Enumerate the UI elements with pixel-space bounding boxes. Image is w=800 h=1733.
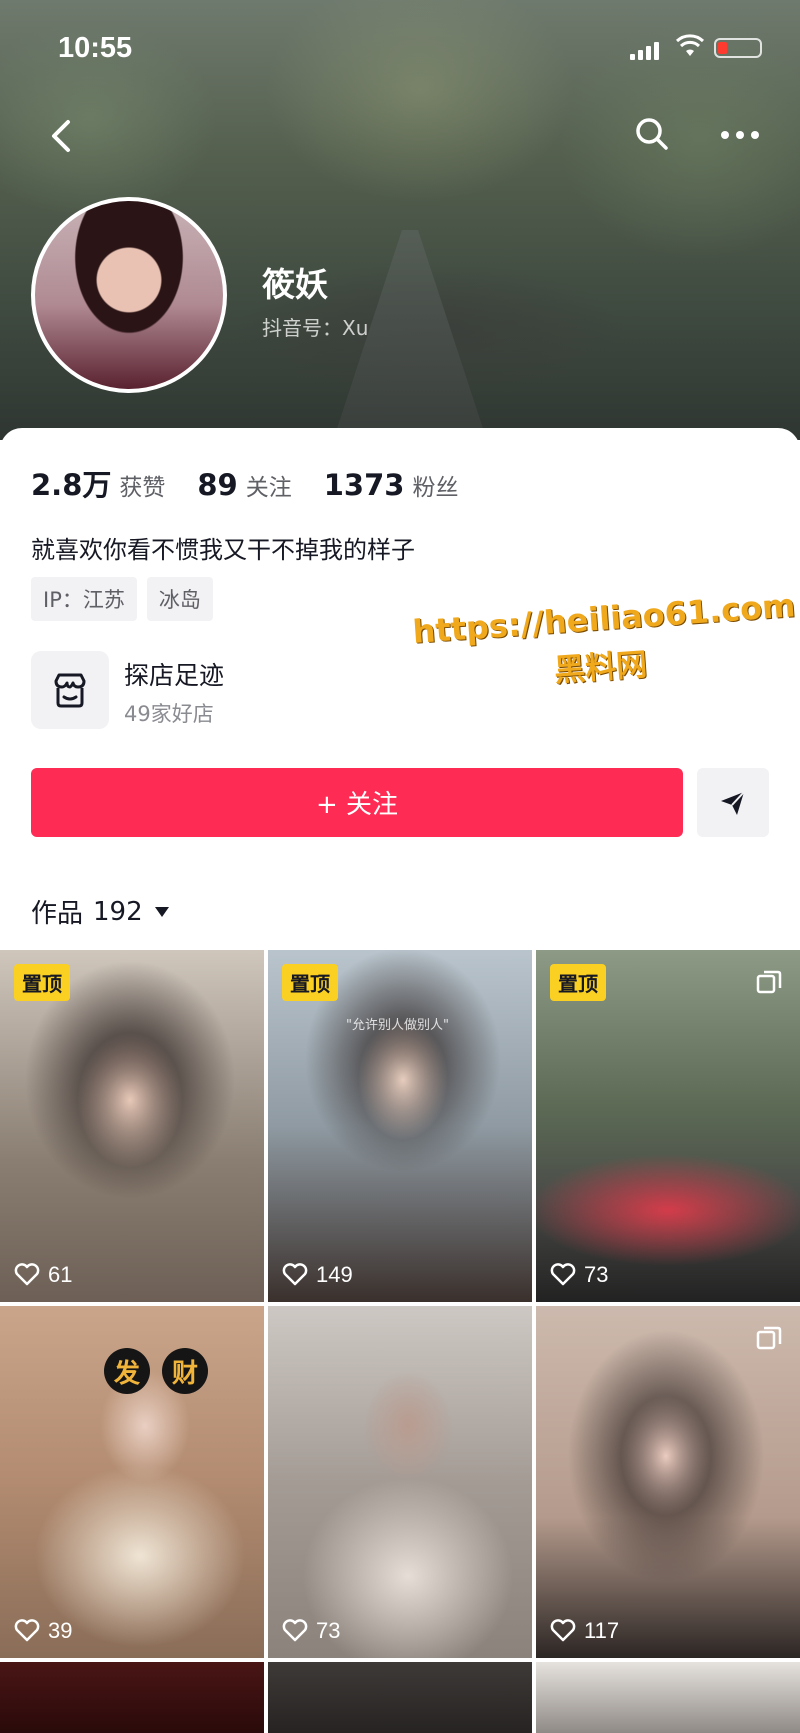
like-count: 117 [550, 1618, 619, 1644]
video-tile[interactable] [268, 1662, 532, 1733]
stat-number: 1373 [323, 468, 405, 502]
works-label: 作品 [31, 899, 84, 929]
like-count: 61 [14, 1262, 72, 1288]
follow-button[interactable]: + 关注 [31, 768, 683, 837]
send-icon [721, 791, 745, 815]
like-count: 149 [282, 1262, 353, 1288]
profile-stats: 2.8万 获赞 89 关注 1373 粉丝 [31, 462, 458, 504]
signal-icon [630, 40, 659, 60]
caret-down-icon [154, 906, 169, 917]
stat-label: 粉丝 [412, 475, 459, 501]
like-number: 61 [48, 1262, 73, 1287]
shop-subtitle: 49家好店 [124, 702, 214, 726]
profile-name: 筱妖 [262, 265, 328, 304]
video-tile[interactable]: 置顶 73 [536, 950, 800, 1302]
share-button[interactable] [697, 768, 769, 837]
like-count: 73 [550, 1262, 608, 1288]
stat-number: 89 [197, 468, 238, 502]
video-tile[interactable] [0, 1662, 264, 1733]
wifi-icon [675, 34, 705, 56]
search-icon[interactable] [632, 114, 672, 154]
like-number: 149 [316, 1262, 353, 1287]
sticker-cai: 财 [162, 1348, 208, 1394]
shop-icon[interactable] [31, 651, 109, 729]
shop-title[interactable]: 探店足迹 [124, 656, 224, 692]
more-icon[interactable] [718, 128, 762, 142]
douyin-id[interactable]: 抖音号：Xu [262, 312, 368, 341]
like-number: 73 [316, 1618, 341, 1643]
pinned-badge: 置顶 [282, 964, 338, 1001]
video-tile[interactable]: 置顶 "允许别人做别人" 149 [268, 950, 532, 1302]
avatar[interactable] [31, 197, 227, 393]
video-tile[interactable]: 73 [268, 1306, 532, 1658]
location-tag[interactable]: 冰岛 [146, 577, 213, 621]
status-bar: 10:55 [0, 28, 800, 68]
like-number: 39 [48, 1618, 73, 1643]
like-number: 117 [584, 1618, 620, 1643]
heart-icon [282, 1263, 308, 1286]
stat-likes[interactable]: 2.8万 获赞 [31, 462, 165, 504]
status-time: 10:55 [58, 32, 133, 64]
profile-card [0, 428, 800, 948]
stat-number: 2.8万 [31, 468, 112, 502]
like-count: 73 [282, 1618, 340, 1644]
heart-icon [14, 1263, 40, 1286]
battery-icon [714, 38, 762, 58]
video-tile[interactable]: 置顶 61 [0, 950, 264, 1302]
sticker-fa: 发 [104, 1348, 150, 1394]
video-tile[interactable]: 117 [536, 1306, 800, 1658]
works-tab[interactable]: 作品 192 [31, 893, 171, 930]
stat-label: 获赞 [119, 475, 166, 501]
works-count: 192 [93, 896, 143, 927]
stat-following[interactable]: 89 关注 [197, 468, 291, 502]
like-count: 39 [14, 1618, 72, 1644]
heart-icon [550, 1263, 576, 1286]
multi-image-icon [756, 970, 782, 994]
stat-followers[interactable]: 1373 粉丝 [324, 468, 459, 502]
multi-image-icon [756, 1326, 782, 1350]
video-tile[interactable] [536, 1662, 800, 1733]
ip-tag: IP：江苏 [31, 577, 137, 621]
video-caption: "允许别人做别人" [346, 1018, 449, 1033]
profile-tags: IP：江苏 冰岛 [31, 577, 213, 621]
back-icon[interactable] [44, 116, 80, 156]
profile-bio: 就喜欢你看不惯我又干不掉我的样子 [31, 536, 415, 564]
heart-icon [550, 1619, 576, 1642]
heart-icon [282, 1619, 308, 1642]
pinned-badge: 置顶 [550, 964, 606, 1001]
like-number: 73 [584, 1262, 609, 1287]
stat-label: 关注 [245, 475, 292, 501]
pinned-badge: 置顶 [14, 964, 70, 1001]
heart-icon [14, 1619, 40, 1642]
video-tile[interactable]: 发 财 39 [0, 1306, 264, 1658]
